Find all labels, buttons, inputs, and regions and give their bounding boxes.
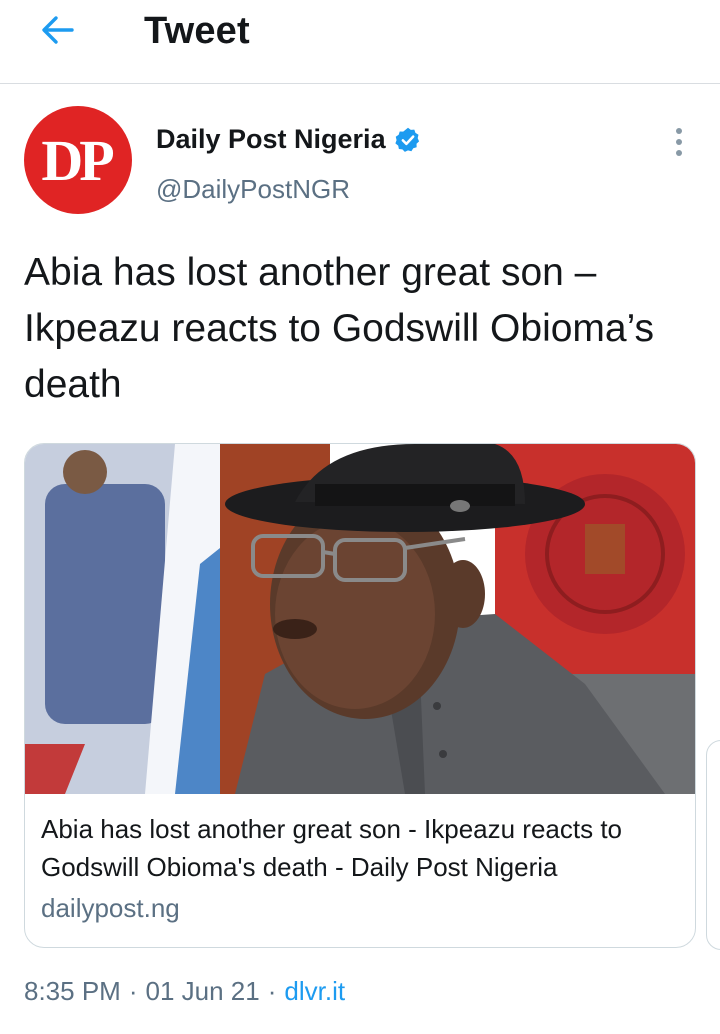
card-text: Abia has lost another great son - Ikpeaz… bbox=[41, 810, 681, 928]
adjacent-card-edge bbox=[706, 740, 720, 950]
page-title: Tweet bbox=[144, 10, 250, 52]
link-preview-card[interactable]: Abia has lost another great son - Ikpeaz… bbox=[24, 443, 696, 948]
card-image bbox=[25, 444, 695, 794]
meta-separator: · bbox=[267, 976, 277, 1006]
more-dot bbox=[676, 150, 682, 156]
author-name-row: Daily Post Nigeria bbox=[156, 124, 422, 155]
back-button[interactable] bbox=[30, 8, 86, 52]
tweet-author: DP Daily Post Nigeria @DailyPostNGR bbox=[24, 106, 704, 216]
more-dots-icon bbox=[676, 128, 682, 134]
arrow-left-icon bbox=[42, 16, 74, 44]
author-name[interactable]: Daily Post Nigeria bbox=[156, 124, 386, 155]
more-dot bbox=[676, 139, 682, 145]
meta-separator: · bbox=[128, 976, 138, 1006]
avatar[interactable]: DP bbox=[24, 106, 132, 214]
tweet-time: 8:35 PM bbox=[24, 976, 121, 1006]
tweet-date: 01 Jun 21 bbox=[145, 976, 260, 1006]
top-bar: Tweet bbox=[0, 0, 720, 84]
card-domain: dailypost.ng bbox=[41, 893, 180, 923]
tweet-text: Abia has lost another great son – Ikpeaz… bbox=[24, 251, 655, 406]
author-handle[interactable]: @DailyPostNGR bbox=[156, 174, 350, 205]
more-options-button[interactable] bbox=[664, 122, 694, 162]
verified-badge-icon bbox=[394, 126, 422, 154]
tweet-source-link[interactable]: dlvr.it bbox=[284, 976, 345, 1007]
tweet-meta: 8:35 PM · 01 Jun 21 · dlvr.it bbox=[24, 976, 345, 1007]
card-title: Abia has lost another great son - Ikpeaz… bbox=[41, 814, 623, 882]
avatar-logo-text: DP bbox=[41, 127, 114, 193]
